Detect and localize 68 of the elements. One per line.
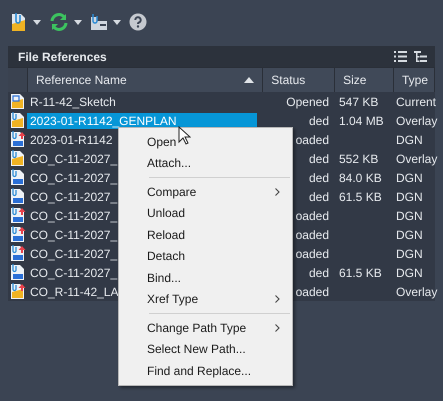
reference-name[interactable]: CO_C-11-2027_: [27, 208, 120, 224]
status-text: ded: [308, 114, 329, 128]
status-text: ded: [308, 170, 329, 184]
caret-icon[interactable]: [33, 20, 41, 24]
status-text: oaded: [296, 208, 329, 222]
reference-name[interactable]: CO_C-11-2027_: [27, 264, 120, 280]
size-text: 552 KB: [339, 152, 378, 166]
size-text: 61.5 KB: [339, 190, 382, 204]
size-text: 1.04 MB: [339, 114, 384, 128]
list-view-icon[interactable]: [394, 51, 407, 62]
column-header[interactable]: Size: [335, 68, 394, 92]
tree-view-icon[interactable]: [414, 50, 427, 62]
status-text: oaded: [296, 246, 329, 260]
menu-item[interactable]: Change Path Type: [119, 317, 292, 338]
type-text: Overlay: [396, 152, 438, 166]
reference-name[interactable]: CO_C-11-2027_: [27, 170, 120, 186]
type-text: DGN: [396, 246, 423, 260]
menu-item[interactable]: Detach: [119, 246, 292, 267]
menu-item[interactable]: Compare: [119, 181, 292, 202]
size-text: 84.0 KB: [339, 170, 382, 184]
type-text: DGN: [396, 132, 423, 146]
menu-item[interactable]: Unload: [119, 202, 292, 224]
refresh-icon[interactable]: [49, 13, 69, 31]
status-text: Opened: [286, 94, 329, 108]
reference-name[interactable]: CO_R-11-42_LA: [27, 284, 122, 300]
type-text: DGN: [396, 208, 423, 222]
caret-icon[interactable]: [74, 20, 82, 24]
column-header[interactable]: Reference Name: [28, 68, 264, 92]
status-text: ded: [308, 152, 329, 166]
caret-icon[interactable]: [113, 20, 121, 24]
attach-file-icon[interactable]: [10, 12, 28, 32]
status-text: oaded: [296, 132, 329, 146]
type-text: Current: [396, 94, 436, 108]
type-text: DGN: [396, 170, 423, 184]
reference-name[interactable]: 2023-01-R1142: [27, 132, 116, 148]
chevron-right-icon: [275, 324, 280, 332]
type-text: DGN: [396, 190, 423, 204]
menu-item[interactable]: Select New Path...: [119, 338, 292, 360]
menu-item[interactable]: Attach...: [119, 152, 292, 174]
reference-name[interactable]: CO_C-11-2027_: [27, 150, 120, 166]
menu-item[interactable]: Reload: [119, 224, 292, 246]
type-text: DGN: [396, 228, 423, 242]
reference-name[interactable]: CO_C-11-2027_: [27, 246, 120, 262]
file-path-icon[interactable]: [90, 13, 108, 31]
size-text: 61.5 KB: [339, 266, 382, 280]
help-icon[interactable]: [129, 13, 147, 31]
status-text: ded: [308, 190, 329, 204]
column-header[interactable]: Type: [394, 68, 435, 92]
menu-item[interactable]: Open: [119, 131, 292, 152]
reference-name[interactable]: R-11-42_Sketch: [27, 94, 119, 110]
panel-title: File References: [18, 50, 107, 64]
type-text: Overlay: [396, 114, 438, 128]
column-header[interactable]: Status: [263, 68, 336, 92]
size-text: 547 KB: [339, 94, 378, 108]
type-text: Overlay: [396, 284, 438, 298]
chevron-right-icon: [275, 295, 280, 304]
reference-name[interactable]: CO_C-11-2027_: [27, 226, 120, 242]
status-text: oaded: [296, 284, 329, 298]
type-text: DGN: [396, 266, 423, 280]
mouse-cursor-icon: [178, 126, 191, 145]
menu-item[interactable]: Xref Type: [119, 288, 292, 310]
status-text: ded: [308, 266, 329, 280]
reference-name[interactable]: CO_C-11-2027_: [27, 188, 120, 204]
menu-item[interactable]: Find and Replace...: [119, 360, 292, 382]
menu-item[interactable]: Bind...: [119, 267, 292, 288]
status-text: oaded: [296, 228, 329, 242]
chevron-right-icon: [275, 188, 280, 196]
sort-ascending-icon: [244, 77, 254, 83]
